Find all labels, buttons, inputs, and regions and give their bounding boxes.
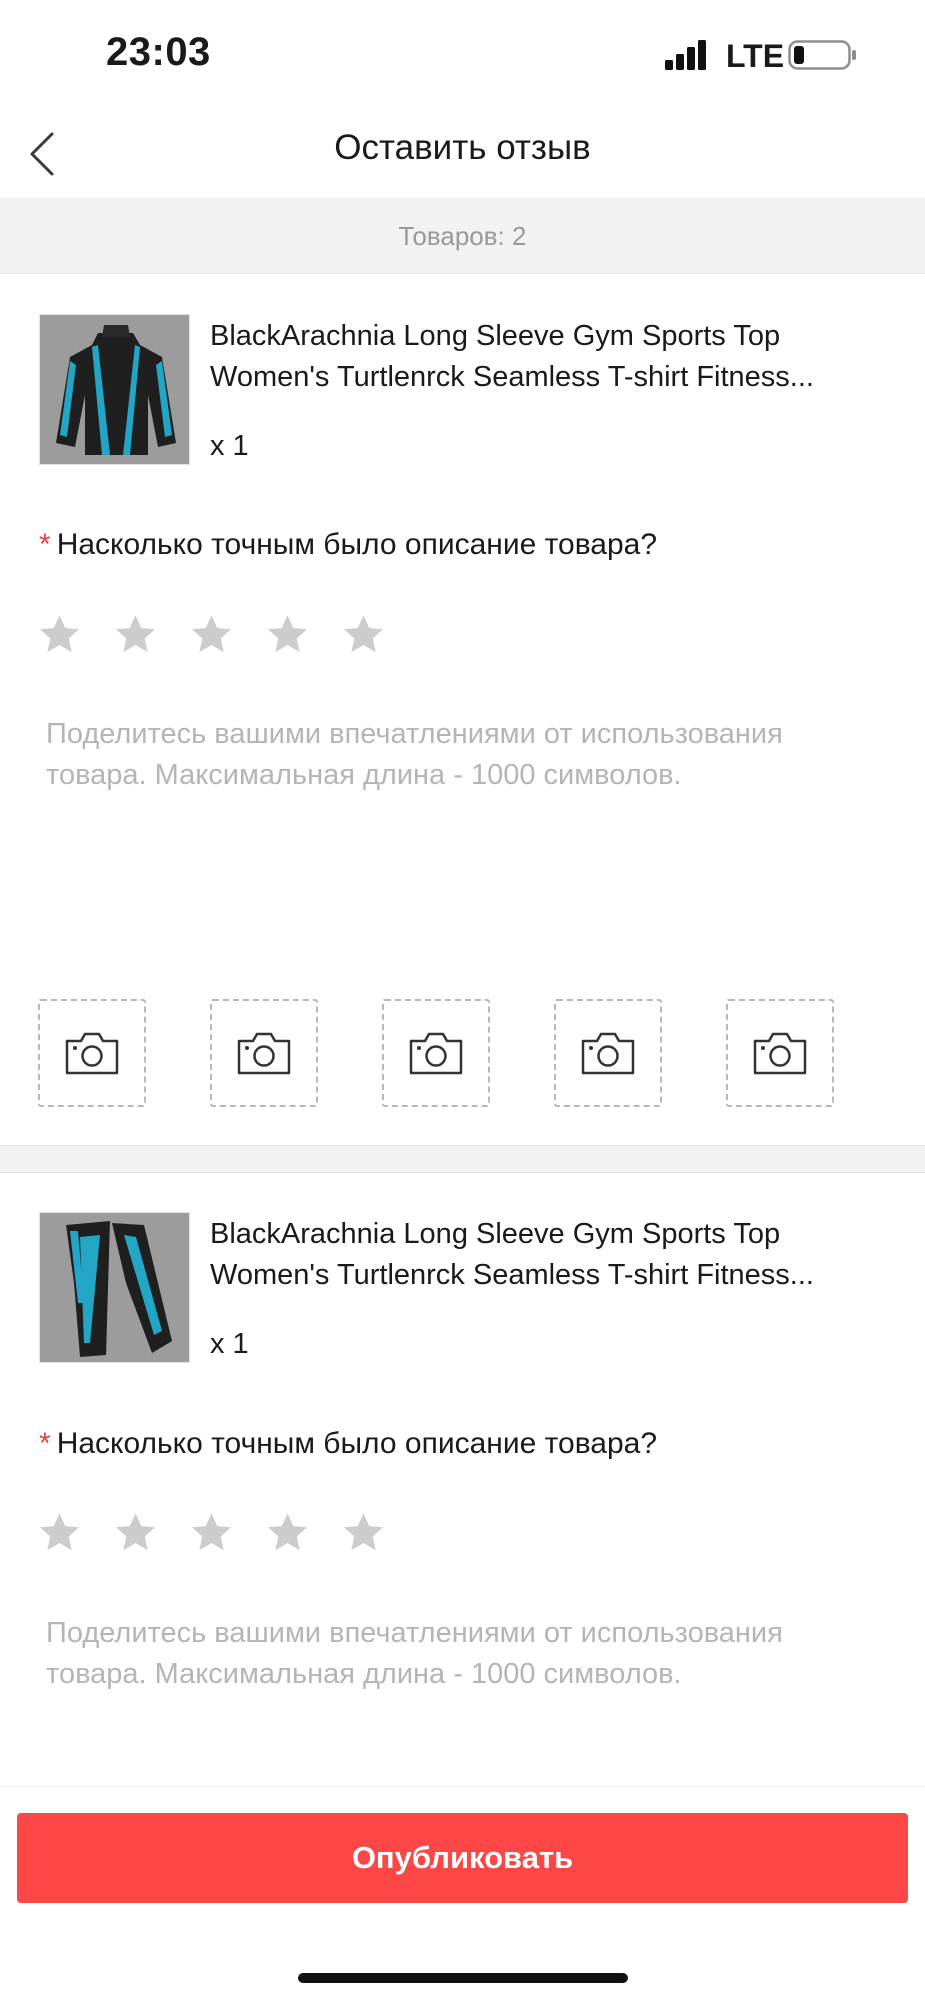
star-rating[interactable] xyxy=(37,1510,386,1558)
camera-icon xyxy=(237,1032,291,1075)
product-thumbnail[interactable] xyxy=(39,314,190,465)
section-divider xyxy=(0,1145,925,1173)
star-icon[interactable] xyxy=(37,612,82,657)
product-image-top xyxy=(40,315,189,464)
camera-icon xyxy=(581,1032,635,1075)
star-icon[interactable] xyxy=(189,1510,234,1555)
product-quantity: x 1 xyxy=(210,1328,249,1360)
add-photo-button[interactable] xyxy=(210,999,318,1107)
product-review-1: BlackArachnia Long Sleeve Gym Sports Top… xyxy=(0,274,925,1145)
product-title: BlackArachnia Long Sleeve Gym Sports Top… xyxy=(210,1218,814,1291)
battery-icon xyxy=(788,40,856,70)
item-count-bar: Товаров: 2 xyxy=(0,198,925,274)
nav-header: Оставить отзыв xyxy=(0,110,925,198)
page-title: Оставить отзыв xyxy=(334,128,591,167)
review-textarea[interactable] xyxy=(46,714,846,914)
add-photo-button[interactable] xyxy=(382,999,490,1107)
publish-button[interactable]: Опубликовать xyxy=(17,1813,908,1903)
star-icon[interactable] xyxy=(265,1510,310,1555)
star-rating[interactable] xyxy=(37,612,386,660)
star-icon[interactable] xyxy=(341,612,386,657)
star-icon[interactable] xyxy=(341,1510,386,1555)
rating-question: * Насколько точным было описание товара? xyxy=(39,1427,657,1461)
home-indicator xyxy=(298,1973,628,1983)
add-photo-button[interactable] xyxy=(38,999,146,1107)
product-quantity: x 1 xyxy=(210,430,249,462)
camera-icon xyxy=(409,1032,463,1075)
rating-question-text: Насколько точным было описание товара? xyxy=(56,1427,658,1460)
product-thumbnail[interactable] xyxy=(39,1212,190,1363)
product-review-2: BlackArachnia Long Sleeve Gym Sports Top… xyxy=(0,1173,925,1786)
product-title: BlackArachnia Long Sleeve Gym Sports Top… xyxy=(210,320,814,393)
add-photo-button[interactable] xyxy=(554,999,662,1107)
network-type: LTE xyxy=(726,38,785,74)
status-bar: 23:03 LTE xyxy=(0,0,925,110)
bottom-action-bar: Опубликовать xyxy=(0,1786,925,2000)
rating-question-text: Насколько точным было описание товара? xyxy=(56,528,658,561)
status-time: 23:03 xyxy=(106,30,211,74)
required-mark: * xyxy=(39,1427,51,1460)
item-count: Товаров: 2 xyxy=(398,221,527,251)
review-textarea[interactable] xyxy=(46,1613,846,1763)
star-icon[interactable] xyxy=(265,612,310,657)
star-icon[interactable] xyxy=(37,1510,82,1555)
product-image-leggings xyxy=(40,1213,189,1362)
signal-icon xyxy=(665,40,706,70)
add-photo-button[interactable] xyxy=(726,999,834,1107)
camera-icon xyxy=(753,1032,807,1075)
photo-upload-row xyxy=(38,999,834,1107)
star-icon[interactable] xyxy=(113,1510,158,1555)
star-icon[interactable] xyxy=(113,612,158,657)
required-mark: * xyxy=(39,528,51,561)
rating-question: * Насколько точным было описание товара? xyxy=(39,528,657,562)
camera-icon xyxy=(65,1032,119,1075)
star-icon[interactable] xyxy=(189,612,234,657)
